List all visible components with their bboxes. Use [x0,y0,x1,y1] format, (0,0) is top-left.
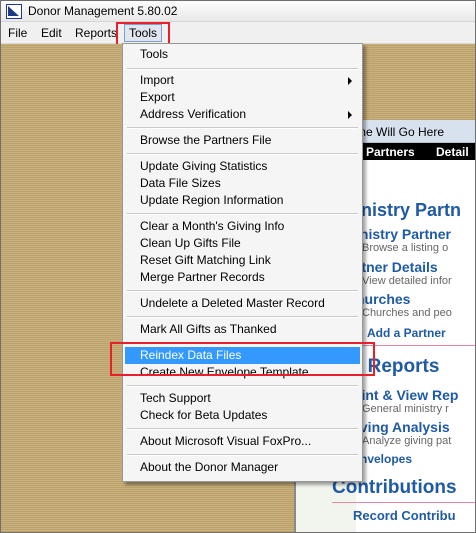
desc-churches: Churches and peo [362,307,452,319]
menu-tools[interactable]: Tools [124,24,163,42]
app-window: Donor Management 5.80.02 File Edit Repor… [0,0,476,533]
menu-separator [127,213,358,215]
menu-item-clear-month-giving[interactable]: Clear a Month's Giving Info [125,218,360,235]
menu-item-browse-partners[interactable]: Browse the Partners File [125,132,360,149]
menu-separator [127,127,358,129]
link-record-contributions[interactable]: Record Contribu [353,508,456,523]
menu-separator [127,290,358,292]
nav-partners[interactable]: Partners [366,145,415,159]
submenu-arrow-icon [348,77,352,85]
desc-analyze-giving: Analyze giving pat [362,435,452,447]
contributions-divider [332,502,475,503]
link-giving-analysis[interactable]: iving Analysis [356,419,450,435]
menu-item-reindex-data-files[interactable]: Reindex Data Files [125,347,360,364]
menu-item-reset-gift-matching[interactable]: Reset Gift Matching Link [125,252,360,269]
menu-item-tools[interactable]: Tools [125,46,360,63]
tools-dropdown-menu: Tools Import Export Address Verification… [122,43,363,482]
heading-reports: t Reports [356,356,440,377]
menu-item-tech-support[interactable]: Tech Support [125,390,360,407]
menu-item-import[interactable]: Import [125,72,360,89]
link-churches[interactable]: hurches [356,291,410,307]
menu-separator [127,454,358,456]
menu-item-mark-gifts-thanked[interactable]: Mark All Gifts as Thanked [125,321,360,338]
menu-edit[interactable]: Edit [41,26,62,40]
menu-item-update-region-information[interactable]: Update Region Information [125,192,360,209]
menu-item-merge-partner-records[interactable]: Merge Partner Records [125,269,360,286]
menu-separator [127,342,358,344]
dashboard-title: me Will Go Here [356,125,445,139]
submenu-arrow-icon [348,111,352,119]
menu-reports[interactable]: Reports [75,26,117,40]
menu-item-about-foxpro[interactable]: About Microsoft Visual FoxPro... [125,433,360,450]
window-title: Donor Management 5.80.02 [28,4,178,18]
menu-bar: File Edit Reports Tools [1,22,475,44]
section-divider [362,345,475,346]
desc-browse-listing: Browse a listing o [362,242,449,254]
link-partner-details[interactable]: rtner Details [356,259,438,275]
menu-item-create-envelope-template[interactable]: Create New Envelope Template [125,364,360,381]
heading-ministry-partners: inistry Partn [356,200,462,220]
link-add-partner[interactable]: Add a Partner [367,326,446,340]
menu-item-clean-up-gifts[interactable]: Clean Up Gifts File [125,235,360,252]
menu-item-check-beta-updates[interactable]: Check for Beta Updates [125,407,360,424]
menu-item-address-verification[interactable]: Address Verification [125,106,360,123]
menu-item-update-giving-statistics[interactable]: Update Giving Statistics [125,158,360,175]
desc-view-details: View detailed infor [362,275,452,287]
menu-item-export[interactable]: Export [125,89,360,106]
menu-item-label: Address Verification [140,107,247,121]
menu-file[interactable]: File [8,26,27,40]
menu-item-label: Import [140,73,175,87]
link-ministry-partner[interactable]: inistry Partner [356,226,451,242]
menu-separator [127,316,358,318]
title-bar: Donor Management 5.80.02 [1,1,475,22]
app-logo-icon [6,4,22,19]
nav-detail[interactable]: Detail [436,145,469,159]
menu-separator [127,385,358,387]
link-envelopes[interactable]: nvelopes [360,452,412,466]
menu-separator [127,153,358,155]
menu-item-about-donor-manager[interactable]: About the Donor Manager [125,459,360,476]
menu-separator [127,428,358,430]
menu-separator [127,68,358,70]
link-print-view-reports[interactable]: rint & View Rep [356,387,458,403]
menu-item-data-file-sizes[interactable]: Data File Sizes [125,175,360,192]
desc-general-ministry: General ministry r [362,403,449,415]
menu-item-undelete-master-record[interactable]: Undelete a Deleted Master Record [125,295,360,312]
